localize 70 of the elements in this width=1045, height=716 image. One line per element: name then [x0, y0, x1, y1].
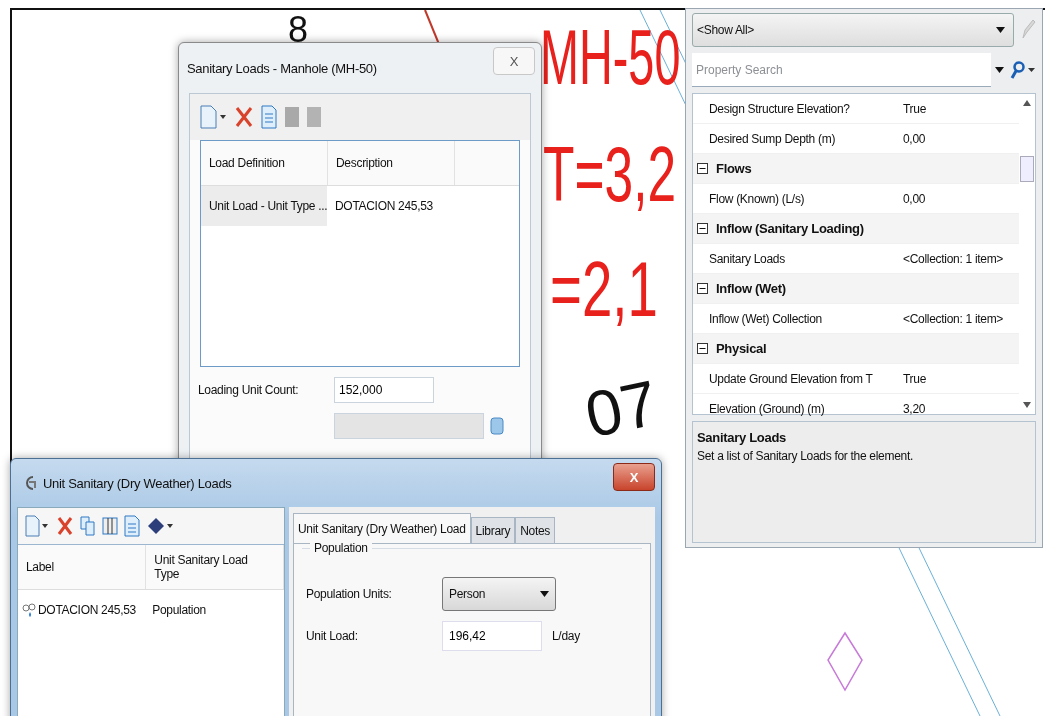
column-header[interactable]: Unit Sanitary Load Type — [146, 545, 284, 589]
property-value[interactable]: 0,00 — [899, 131, 926, 146]
drawing-label: =2,1 — [550, 250, 658, 328]
tab[interactable]: Notes — [515, 517, 556, 543]
property-value[interactable]: 0,00 — [899, 191, 926, 206]
property-name: Inflow (Wet) Collection — [708, 311, 823, 326]
category-label: Physical — [716, 341, 767, 356]
property-name: Elevation (Ground) (m) — [708, 401, 826, 416]
table-cell: Unit Load - Unit Type ... — [201, 186, 327, 226]
column-header[interactable]: Load Definition — [201, 141, 328, 185]
units-dropdown[interactable]: Person — [442, 577, 556, 611]
field-label: Loading Unit Count: — [198, 383, 300, 397]
close-button[interactable]: X — [493, 47, 535, 75]
unit-label: L/day — [552, 629, 580, 643]
input-field[interactable] — [334, 413, 484, 439]
collapse-icon[interactable] — [697, 163, 708, 174]
field-label: Unit Load: — [305, 629, 359, 643]
scroll-up-icon[interactable] — [1023, 100, 1031, 106]
window-title: Sanitary Loads - Manhole (MH-50) — [187, 60, 377, 76]
drawing-label: 8 — [288, 12, 309, 48]
document-icon[interactable] — [260, 104, 278, 130]
drawing-label: 07 — [580, 370, 663, 448]
search-icon[interactable] — [1010, 61, 1036, 79]
table-icon[interactable] — [102, 514, 118, 538]
dropdown-arrow-icon — [996, 27, 1005, 33]
tab[interactable]: Library — [470, 517, 516, 543]
filter-dropdown[interactable]: <Show All> — [692, 13, 1014, 47]
drawing-label: MH-50 — [540, 18, 681, 96]
dropdown-arrow-icon — [995, 67, 1004, 73]
field-label: Population Units: — [305, 587, 393, 601]
search-field[interactable]: Property Search — [692, 53, 991, 87]
property-value[interactable]: <Collection: 1 item> — [899, 311, 1004, 326]
collapse-icon[interactable] — [697, 283, 708, 294]
dropdown-arrow-icon — [540, 591, 549, 597]
load-item-icon — [22, 602, 36, 618]
property-value[interactable]: True — [899, 101, 927, 116]
property-name: Flow (Known) (L/s) — [708, 191, 806, 206]
new-document-icon[interactable] — [198, 104, 228, 130]
column-header[interactable]: Label — [18, 545, 147, 589]
ellipsis-button-icon[interactable] — [490, 417, 504, 435]
tab[interactable]: Unit Sanitary (Dry Weather) Load — [293, 513, 471, 543]
scroll-down-icon[interactable] — [1023, 402, 1031, 408]
description-text: Set a list of Sanitary Loads for the element. — [697, 449, 914, 463]
property-name: Update Ground Elevation from T — [708, 371, 874, 386]
description-title: Sanitary Loads — [697, 430, 787, 445]
category-label: Inflow (Sanitary Loading) — [716, 221, 864, 236]
category-label: Inflow (Wet) — [716, 281, 786, 296]
table-cell-text: Population — [151, 603, 207, 617]
column-header[interactable]: Description — [328, 141, 455, 185]
property-name: Sanitary Loads — [708, 251, 786, 266]
table-cell-text: DOTACION 245,53 — [334, 199, 434, 213]
delete-icon[interactable] — [234, 104, 254, 130]
window-title: Unit Sanitary (Dry Weather) Loads — [43, 475, 233, 491]
group-title: Population — [310, 541, 372, 555]
property-name: Desired Sump Depth (m) — [708, 131, 837, 146]
category-label: Flows — [716, 161, 752, 176]
collapse-icon[interactable] — [697, 343, 708, 354]
input-field[interactable]: 196,42 — [442, 621, 542, 651]
collapse-icon[interactable] — [697, 223, 708, 234]
property-value[interactable]: <Collection: 1 item> — [899, 251, 1004, 266]
document-icon[interactable] — [124, 514, 140, 538]
property-value[interactable]: 3,20 — [899, 401, 926, 416]
copy-icon[interactable] — [80, 514, 96, 538]
new-document-icon[interactable] — [24, 514, 50, 538]
drawing-label: T=3,2 — [543, 135, 677, 213]
property-name: Design Structure Elevation? — [708, 101, 851, 116]
input-field[interactable]: 152,000 — [334, 377, 434, 403]
scroll-thumb[interactable] — [1020, 156, 1034, 182]
table-cell: DOTACION 245,53 — [38, 603, 136, 617]
property-value[interactable]: True — [899, 371, 927, 386]
